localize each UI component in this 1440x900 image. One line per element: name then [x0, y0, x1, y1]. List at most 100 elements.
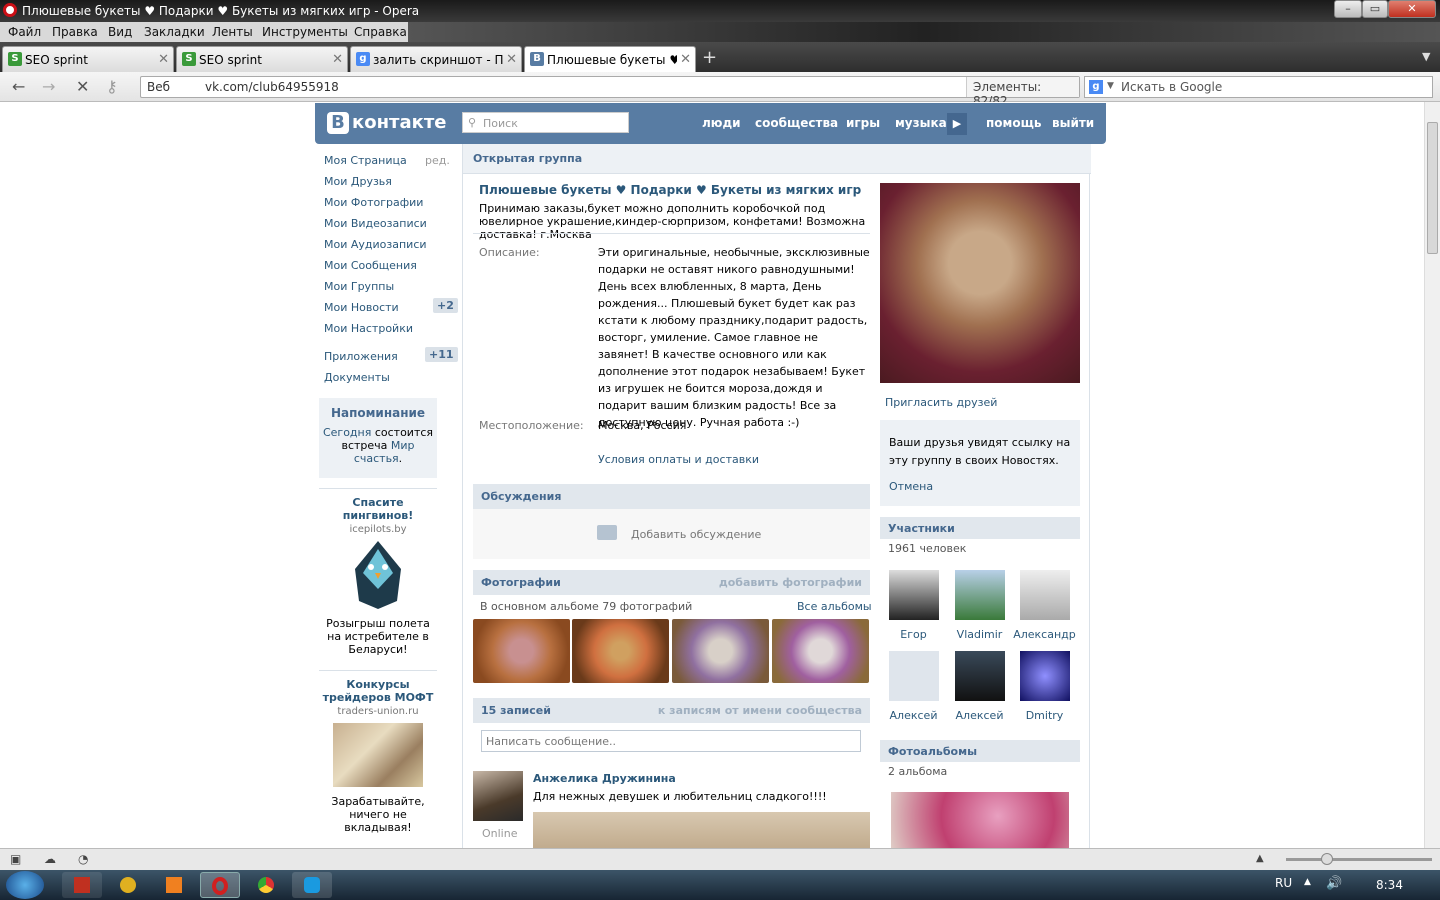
url-input[interactable]: vk.com/club64955918 — [205, 80, 339, 94]
group-cover-image[interactable] — [880, 183, 1080, 383]
search-box[interactable]: g ▼ Искать в Google — [1084, 76, 1433, 98]
news-badge[interactable]: +2 — [433, 298, 458, 313]
ad-traders[interactable]: Конкурсы трейдеров МОФТ traders-union.ru… — [318, 678, 438, 834]
cloud-icon[interactable]: ☁ — [44, 852, 56, 866]
zoom-slider-handle[interactable] — [1321, 853, 1333, 865]
avatar[interactable] — [954, 570, 1005, 620]
payment-terms-link[interactable]: Условия оплаты и доставки — [598, 451, 870, 468]
avatar[interactable] — [1019, 651, 1070, 701]
post-image[interactable] — [533, 812, 870, 848]
menu-file[interactable]: Файл — [8, 25, 41, 39]
avatar[interactable] — [1019, 570, 1070, 620]
menu-edit[interactable]: Правка — [52, 25, 98, 39]
member-card[interactable]: Егор — [881, 570, 946, 641]
nav-logout[interactable]: выйти — [1052, 116, 1094, 130]
chevron-down-icon[interactable]: ▼ — [1107, 81, 1114, 91]
vk-logo[interactable]: Bконтакте — [327, 112, 446, 134]
back-icon[interactable]: ← — [12, 77, 25, 96]
cancel-link[interactable]: Отмена — [889, 480, 933, 493]
vk-search-input[interactable]: ⚲ Поиск — [462, 112, 629, 133]
add-photos-link[interactable]: добавить фотографии — [719, 576, 862, 589]
sidebar-item-groups[interactable]: Мои Группы — [324, 280, 394, 293]
nav-music[interactable]: музыка — [895, 116, 947, 130]
add-discussion-link[interactable]: Добавить обсуждение — [631, 528, 761, 541]
play-icon[interactable]: ▶ — [947, 113, 967, 135]
tab-menu-icon[interactable]: ▼ — [1422, 50, 1430, 63]
tab-google-search[interactable]: g залить скриншот - По... ✕ — [350, 46, 522, 72]
member-card[interactable]: Vladimir — [947, 570, 1012, 641]
ad-title[interactable]: Конкурсы трейдеров МОФТ — [318, 678, 438, 704]
avatar[interactable] — [888, 651, 939, 701]
menu-view[interactable]: Вид — [108, 25, 132, 39]
menu-tools[interactable]: Инструменты — [262, 25, 348, 39]
post-author[interactable]: Анжелика Дружинина — [533, 772, 676, 785]
tab-vk-group[interactable]: B Плюшевые букеты ♥ ... ✕ — [524, 46, 696, 72]
tab-close-icon[interactable]: ✕ — [680, 52, 691, 67]
web-badge[interactable]: Веб — [147, 80, 170, 94]
sidebar-item-docs[interactable]: Документы — [324, 371, 390, 384]
search-input[interactable]: Искать в Google — [1121, 80, 1222, 94]
start-button[interactable] — [6, 871, 44, 899]
sidebar-item-news[interactable]: Мои Новости — [324, 301, 399, 314]
tray-arrow-icon[interactable]: ▲ — [1304, 877, 1311, 887]
nav-help[interactable]: помощь — [986, 116, 1041, 130]
tab-seo-sprint-1[interactable]: S SEO sprint ✕ — [2, 46, 174, 72]
maximize-button[interactable]: ▭ — [1362, 0, 1388, 18]
member-card[interactable]: Александр — [1012, 570, 1077, 641]
speed-dial-icon[interactable]: ◔ — [78, 852, 88, 866]
tab-seo-sprint-2[interactable]: S SEO sprint ✕ — [176, 46, 348, 72]
clock[interactable]: 8:34 — [1376, 878, 1403, 892]
avatar[interactable] — [888, 570, 939, 620]
panel-icon[interactable]: ▣ — [10, 852, 21, 866]
avatar[interactable] — [954, 651, 1005, 701]
address-bar[interactable]: Веб vk.com/club64955918 Элементы: 82/82 — [140, 76, 1080, 108]
nav-people[interactable]: люди — [702, 116, 741, 130]
member-card[interactable]: Алексей — [947, 651, 1012, 722]
member-card[interactable]: Алексей — [881, 651, 946, 722]
photo-thumbnail[interactable] — [473, 619, 570, 683]
member-card[interactable]: Dmitry — [1012, 651, 1077, 722]
sidebar-item-messages[interactable]: Мои Сообщения — [324, 259, 417, 272]
photo-thumbnail[interactable] — [772, 619, 869, 683]
sidebar-item-settings[interactable]: Мои Настройки — [324, 322, 413, 335]
taskbar-opera[interactable] — [200, 872, 240, 898]
forward-icon[interactable]: → — [42, 77, 55, 96]
sidebar-item-videos[interactable]: Мои Видеозаписи — [324, 217, 427, 230]
tab-close-icon[interactable]: ✕ — [158, 52, 169, 67]
penguin-image[interactable] — [341, 539, 415, 611]
nav-communities[interactable]: сообщества — [755, 116, 838, 130]
photo-thumbnail[interactable] — [672, 619, 769, 683]
taskbar-app[interactable] — [154, 872, 194, 898]
minimize-button[interactable]: – — [1334, 0, 1362, 18]
sidebar-item-friends[interactable]: Мои Друзья — [324, 175, 392, 188]
tab-close-icon[interactable]: ✕ — [332, 52, 343, 67]
menu-help[interactable]: Справка — [354, 25, 407, 39]
taskbar-chrome[interactable] — [246, 872, 286, 898]
taskbar-skype[interactable] — [292, 872, 332, 898]
sidebar-item-apps[interactable]: Приложения — [324, 350, 398, 363]
taskbar-app[interactable] — [108, 872, 148, 898]
menu-feeds[interactable]: Ленты — [212, 25, 253, 39]
key-icon[interactable]: ⚷ — [106, 77, 118, 96]
zoom-up-icon[interactable]: ▲ — [1256, 853, 1264, 864]
close-window-button[interactable]: ✕ — [1388, 0, 1436, 18]
wall-post-input[interactable]: Написать сообщение.. — [481, 730, 861, 752]
sidebar-item-photos[interactable]: Мои Фотографии — [324, 196, 423, 209]
edit-link[interactable]: ред. — [425, 154, 450, 167]
tab-close-icon[interactable]: ✕ — [506, 52, 517, 67]
sidebar-item-audio[interactable]: Мои Аудиозаписи — [324, 238, 427, 251]
author-avatar[interactable] — [473, 771, 523, 821]
language-indicator[interactable]: RU — [1275, 876, 1292, 890]
photo-thumbnail[interactable] — [572, 619, 669, 683]
ad-title[interactable]: Спасите пингвинов! — [318, 496, 438, 522]
stop-icon[interactable]: ✕ — [76, 77, 89, 96]
new-tab-icon[interactable]: + — [702, 47, 717, 68]
post-as-community-link[interactable]: к записям от имени сообщества — [658, 704, 862, 717]
google-icon[interactable]: g — [1089, 80, 1103, 94]
invite-friends-link[interactable]: Пригласить друзей — [885, 396, 997, 409]
apps-badge[interactable]: +11 — [425, 347, 458, 362]
nav-games[interactable]: игры — [846, 116, 880, 130]
reminder-today-link[interactable]: Сегодня — [323, 426, 371, 439]
page-scrollbar[interactable] — [1424, 102, 1440, 848]
ad-penguins[interactable]: Спасите пингвинов! icepilots.by Розыгрыш… — [318, 496, 438, 656]
